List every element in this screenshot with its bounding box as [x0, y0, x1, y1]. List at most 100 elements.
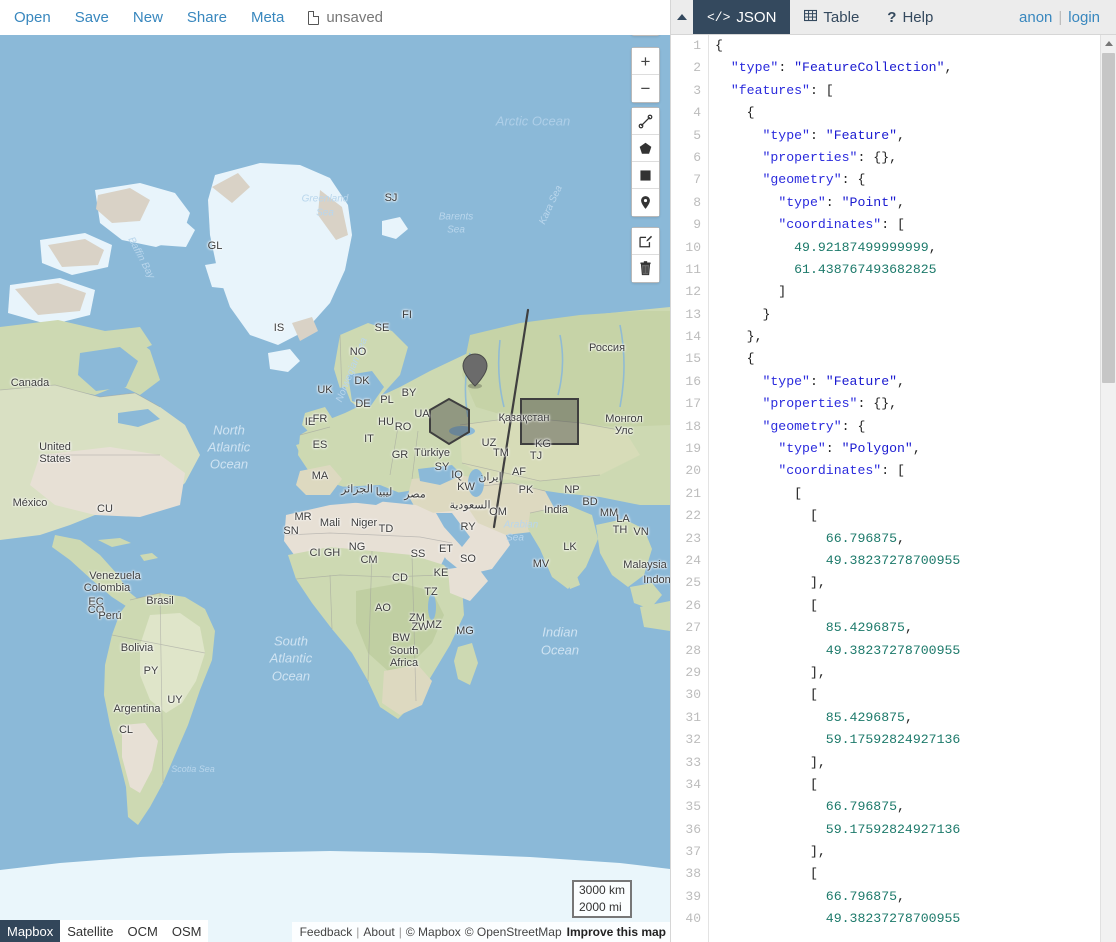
json-editor[interactable]: 1{2 "type": "FeatureCollection", 3 "featu… [671, 35, 1116, 942]
code-line[interactable]: 9 "coordinates": [ [671, 214, 1116, 236]
tab-json[interactable]: </> JSON [693, 0, 791, 34]
code-line[interactable]: 10 49.92187499999999, [671, 237, 1116, 259]
line-content[interactable]: ], [708, 662, 826, 684]
line-content[interactable]: { [708, 102, 755, 124]
line-content[interactable]: 66.796875, [708, 796, 905, 818]
code-line[interactable]: 4 { [671, 102, 1116, 124]
draw-polyline-button[interactable] [632, 108, 659, 135]
line-content[interactable]: }, [708, 326, 763, 348]
draw-polygon-button[interactable] [632, 135, 659, 162]
code-line[interactable]: 20 "coordinates": [ [671, 460, 1116, 482]
line-content[interactable]: [ [708, 483, 802, 505]
code-line[interactable]: 1{ [671, 35, 1116, 57]
code-line[interactable]: 18 "geometry": { [671, 416, 1116, 438]
tab-help[interactable]: ? Help [873, 0, 948, 34]
basemap-mapbox[interactable]: Mapbox [0, 920, 61, 942]
editor-code-lines[interactable]: 1{2 "type": "FeatureCollection", 3 "featu… [671, 35, 1116, 931]
code-line[interactable]: 11 61.438767493682825 [671, 259, 1116, 281]
line-content[interactable]: "type": "Polygon", [708, 438, 920, 460]
line-content[interactable]: ], [708, 841, 826, 863]
code-line[interactable]: 6 "properties": {}, [671, 147, 1116, 169]
scrollbar-thumb[interactable] [1102, 53, 1115, 383]
code-line[interactable]: 33 ], [671, 752, 1116, 774]
attribution-about-link[interactable]: About [363, 925, 394, 939]
code-line[interactable]: 14 }, [671, 326, 1116, 348]
basemap-switcher[interactable]: Mapbox Satellite OCM OSM [0, 920, 209, 942]
zoom-out-button[interactable]: − [632, 75, 659, 102]
line-content[interactable]: 49.38237278700955 [708, 908, 961, 930]
map-edit-toolbar[interactable] [631, 227, 660, 283]
code-line[interactable]: 30 [ [671, 684, 1116, 706]
draw-rectangle-button[interactable] [632, 162, 659, 189]
line-content[interactable]: [ [708, 505, 818, 527]
code-line[interactable]: 27 85.4296875, [671, 617, 1116, 639]
basemap-satellite[interactable]: Satellite [60, 920, 121, 942]
attribution-mapbox-link[interactable]: © Mapbox [406, 925, 461, 939]
line-content[interactable]: "geometry": { [708, 416, 865, 438]
map-canvas[interactable]: Arctic Ocean North Atlantic Ocean South Atlan… [0, 35, 670, 942]
attribution-feedback-link[interactable]: Feedback [300, 925, 353, 939]
code-line[interactable]: 7 "geometry": { [671, 169, 1116, 191]
code-line[interactable]: 38 [ [671, 863, 1116, 885]
code-line[interactable]: 17 "properties": {}, [671, 393, 1116, 415]
line-content[interactable]: "properties": {}, [708, 147, 897, 169]
menu-meta[interactable]: Meta [251, 0, 284, 35]
improve-this-map-link[interactable]: Improve this map [567, 925, 666, 939]
scrollbar-up-button[interactable] [1101, 35, 1116, 51]
line-content[interactable]: "type": "Feature", [708, 371, 904, 393]
code-line[interactable]: 8 "type": "Point", [671, 192, 1116, 214]
code-line[interactable]: 22 [ [671, 505, 1116, 527]
edit-layers-button[interactable] [632, 228, 659, 255]
line-content[interactable]: [ [708, 595, 818, 617]
map-zoom-control[interactable]: + − [631, 47, 660, 103]
basemap-osm[interactable]: OSM [164, 920, 209, 942]
line-content[interactable]: 49.38237278700955 [708, 550, 961, 572]
line-content[interactable]: 66.796875, [708, 886, 905, 908]
code-line[interactable]: 37 ], [671, 841, 1116, 863]
code-line[interactable]: 25 ], [671, 572, 1116, 594]
line-content[interactable]: [ [708, 863, 818, 885]
line-content[interactable]: "type": "FeatureCollection", [708, 57, 953, 79]
zoom-in-button[interactable]: + [632, 48, 659, 75]
line-content[interactable]: "coordinates": [ [708, 460, 905, 482]
line-content[interactable]: "type": "Feature", [708, 125, 904, 147]
code-line[interactable]: 13 } [671, 304, 1116, 326]
line-content[interactable]: ] [708, 281, 786, 303]
code-line[interactable]: 24 49.38237278700955 [671, 550, 1116, 572]
line-content[interactable]: "features": [ [708, 80, 834, 102]
code-line[interactable]: 40 49.38237278700955 [671, 908, 1116, 930]
code-line[interactable]: 15 { [671, 348, 1116, 370]
code-line[interactable]: 16 "type": "Feature", [671, 371, 1116, 393]
code-line[interactable]: 23 66.796875, [671, 528, 1116, 550]
code-line[interactable]: 19 "type": "Polygon", [671, 438, 1116, 460]
menu-new[interactable]: New [133, 0, 163, 35]
line-content[interactable]: 49.92187499999999, [708, 237, 936, 259]
line-content[interactable]: 49.38237278700955 [708, 640, 961, 662]
code-line[interactable]: 3 "features": [ [671, 80, 1116, 102]
editor-vertical-scrollbar[interactable] [1100, 35, 1116, 942]
code-line[interactable]: 12 ] [671, 281, 1116, 303]
code-line[interactable]: 29 ], [671, 662, 1116, 684]
line-content[interactable]: ], [708, 572, 826, 594]
code-line[interactable]: 36 59.17592824927136 [671, 819, 1116, 841]
line-content[interactable]: ], [708, 752, 826, 774]
code-line[interactable]: 5 "type": "Feature", [671, 125, 1116, 147]
line-content[interactable]: 85.4296875, [708, 707, 913, 729]
login-link[interactable]: login [1068, 9, 1100, 26]
line-content[interactable]: "type": "Point", [708, 192, 905, 214]
line-content[interactable]: "geometry": { [708, 169, 865, 191]
line-content[interactable]: [ [708, 774, 818, 796]
line-content[interactable]: 59.17592824927136 [708, 729, 961, 751]
code-line[interactable]: 21 [ [671, 483, 1116, 505]
line-content[interactable]: 85.4296875, [708, 617, 913, 639]
menu-save[interactable]: Save [75, 0, 109, 35]
code-line[interactable]: 26 [ [671, 595, 1116, 617]
panel-collapse-button[interactable] [671, 0, 693, 34]
line-content[interactable]: [ [708, 684, 818, 706]
code-line[interactable]: 28 49.38237278700955 [671, 640, 1116, 662]
code-line[interactable]: 2 "type": "FeatureCollection", [671, 57, 1116, 79]
line-content[interactable]: 59.17592824927136 [708, 819, 961, 841]
line-content[interactable]: "coordinates": [ [708, 214, 905, 236]
line-content[interactable]: { [708, 35, 723, 57]
line-content[interactable]: 66.796875, [708, 528, 905, 550]
